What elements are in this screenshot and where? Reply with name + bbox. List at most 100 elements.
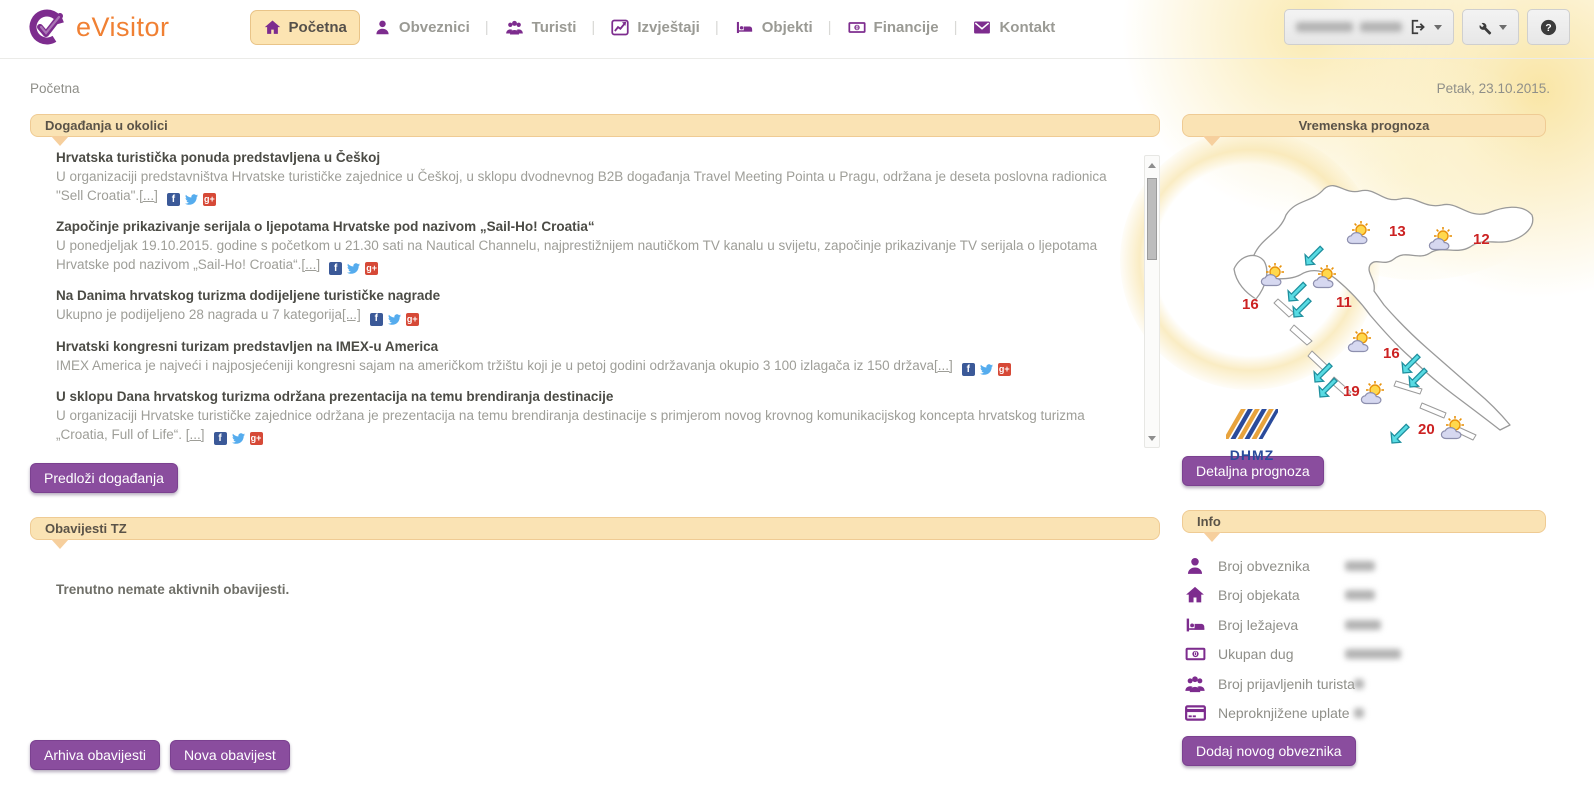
top-right-tools — [1284, 9, 1570, 45]
twitter-icon[interactable] — [980, 363, 993, 376]
user-name-redacted — [1296, 22, 1353, 32]
top-navigation-bar: eVisitor Početna Obveznici | Turisti | I… — [0, 0, 1594, 50]
temperature-label: 16 — [1383, 345, 1400, 362]
events-panel-header: Događanja u okolici — [30, 114, 1160, 137]
news-text: Ukupno je podijeljeno 28 nagrada u 7 kat… — [56, 307, 342, 322]
events-scrollbar[interactable] — [1144, 155, 1160, 448]
person-icon — [1184, 555, 1206, 577]
nav-item-pocetna[interactable]: Početna — [250, 10, 360, 45]
info-value-redacted — [1345, 590, 1375, 600]
wrench-icon — [1474, 18, 1492, 36]
nav-label: Financije — [874, 19, 939, 36]
nav-item-objekti[interactable]: Objekti — [721, 10, 826, 45]
evisitor-logo-icon — [28, 6, 68, 48]
info-row-broj-prijavljenih-turista: Broj prijavljenih turista — [1182, 669, 1546, 699]
info-row-broj-obveznika: Broj obveznika — [1182, 551, 1546, 581]
facebook-icon[interactable]: f — [329, 262, 342, 275]
news-body: U organizaciji predstavništva Hrvatske t… — [56, 168, 1134, 206]
people-icon — [504, 18, 525, 37]
read-more-link[interactable]: [...] — [186, 427, 205, 442]
googleplus-icon[interactable]: g+ — [365, 262, 378, 275]
banknote-icon — [847, 18, 867, 37]
info-value-redacted — [1345, 561, 1375, 571]
info-stats: Broj obveznika Broj objekata Broj ležaje… — [1182, 551, 1546, 728]
facebook-icon[interactable]: f — [214, 432, 227, 445]
googleplus-icon[interactable]: g+ — [406, 313, 419, 326]
bed-icon — [1184, 614, 1207, 636]
dhmz-label: DHMZ — [1214, 447, 1290, 463]
dhmz-logo-icon — [1226, 407, 1278, 441]
nav-separator: | — [954, 19, 958, 36]
user-name-redacted — [1360, 22, 1403, 32]
twitter-icon[interactable] — [185, 193, 198, 206]
googleplus-icon[interactable]: g+ — [998, 363, 1011, 376]
list-item: Započinje prikazivanje serijala o ljepot… — [56, 219, 1134, 275]
info-row-neproknjizene-uplate: Neproknjižene uplate — [1182, 699, 1546, 729]
twitter-icon[interactable] — [232, 432, 245, 445]
nav-item-kontakt[interactable]: Kontakt — [959, 10, 1068, 45]
read-more-link[interactable]: [...] — [342, 307, 361, 322]
help-button[interactable] — [1527, 9, 1570, 45]
user-menu-button[interactable] — [1284, 9, 1454, 45]
share-icons: f g+ — [329, 262, 378, 275]
facebook-icon[interactable]: f — [370, 313, 383, 326]
info-value-redacted — [1345, 620, 1381, 630]
logout-icon — [1409, 18, 1427, 36]
chart-icon — [610, 18, 630, 37]
facebook-icon[interactable]: f — [167, 193, 180, 206]
info-value-redacted — [1354, 679, 1364, 689]
facebook-icon[interactable]: f — [962, 363, 975, 376]
share-icons: f g+ — [167, 193, 216, 206]
notices-archive-button[interactable]: Arhiva obavijesti — [30, 740, 160, 770]
nav-label: Turisti — [532, 19, 577, 36]
nav-item-obveznici[interactable]: Obveznici — [360, 10, 483, 45]
googleplus-icon[interactable]: g+ — [250, 432, 263, 445]
nav-separator: | — [485, 19, 489, 36]
twitter-icon[interactable] — [347, 262, 360, 275]
events-list: Hrvatska turistička ponuda predstavljena… — [56, 150, 1134, 453]
info-value-redacted — [1354, 708, 1364, 718]
twitter-icon[interactable] — [388, 313, 401, 326]
info-label: Ukupan dug — [1218, 646, 1294, 662]
read-more-link[interactable]: [...] — [139, 188, 158, 203]
events-list-container: Hrvatska turistička ponuda predstavljena… — [30, 150, 1160, 453]
read-more-link[interactable]: [...] — [934, 358, 953, 373]
scroll-up-arrow[interactable] — [1145, 158, 1159, 172]
temperature-label: 20 — [1418, 421, 1435, 438]
info-label: Broj ležajeva — [1218, 617, 1298, 633]
info-label: Broj objekata — [1218, 587, 1300, 603]
temperature-label: 16 — [1242, 296, 1259, 313]
wind-arrow-icon — [1390, 423, 1412, 445]
people-icon — [1183, 673, 1207, 695]
info-row-ukupan-dug: Ukupan dug — [1182, 640, 1546, 670]
nav-label: Kontakt — [999, 19, 1055, 36]
new-notice-button[interactable]: Nova obavijest — [170, 740, 290, 770]
nav-label: Izvještaji — [637, 19, 700, 36]
news-text: IMEX America je najveći i najposjećeniji… — [56, 358, 934, 373]
add-new-obligor-button[interactable]: Dodaj novog obveznika — [1182, 736, 1356, 766]
main-nav: Početna Obveznici | Turisti | Izvještaji… — [250, 10, 1069, 45]
suncloud-icon — [1438, 414, 1478, 442]
share-icons: f g+ — [370, 313, 419, 326]
nav-item-turisti[interactable]: Turisti — [491, 10, 590, 45]
scroll-down-arrow[interactable] — [1145, 431, 1159, 445]
suggest-events-button[interactable]: Predloži događanja — [30, 463, 178, 493]
read-more-link[interactable]: [...] — [301, 257, 320, 272]
suncloud-icon — [1358, 379, 1398, 407]
list-item: Hrvatska turistička ponuda predstavljena… — [56, 150, 1134, 206]
nav-separator: | — [828, 19, 832, 36]
nav-item-izvjestaji[interactable]: Izvještaji — [597, 10, 713, 45]
evisitor-logo[interactable]: eVisitor — [28, 6, 170, 48]
nav-label: Početna — [289, 19, 347, 36]
settings-button[interactable] — [1462, 9, 1519, 45]
share-icons: f g+ — [962, 363, 1011, 376]
scrollbar-thumb[interactable] — [1147, 178, 1157, 260]
notices-panel-header: Obavijesti TZ — [30, 517, 1160, 540]
nav-item-financije[interactable]: Financije — [834, 10, 952, 45]
news-text: U organizaciji Hrvatske turističke zajed… — [56, 408, 1085, 442]
news-title: Na Danima hrvatskog turizma dodijeljene … — [56, 288, 1134, 303]
dhmz-logo: DHMZ — [1214, 407, 1290, 463]
breadcrumb: Početna — [30, 81, 80, 96]
news-text: U ponedjeljak 19.10.2015. godine s počet… — [56, 238, 1097, 272]
googleplus-icon[interactable]: g+ — [203, 193, 216, 206]
